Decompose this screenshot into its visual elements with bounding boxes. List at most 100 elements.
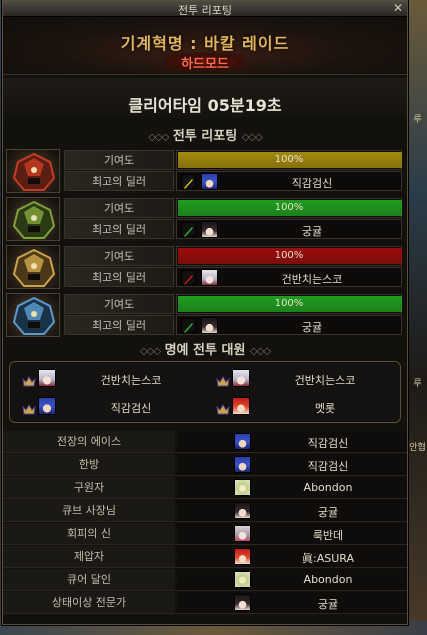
character-portrait	[201, 317, 218, 334]
title-award-row: 구원자 Abondon	[3, 477, 407, 499]
side-text-top: 루	[413, 115, 422, 125]
character-portrait	[38, 369, 56, 387]
award-title: 한방	[3, 454, 175, 475]
contribution-label: 기여도	[64, 294, 174, 314]
green-mech-boss-icon	[6, 197, 60, 241]
top-dealer-label: 최고의 딜러	[64, 219, 174, 239]
member-name: 멧롯	[314, 402, 336, 415]
award-title: 큐어 달인	[3, 569, 175, 590]
title-award-row: 큐어 달인 Abondon	[3, 569, 407, 591]
report-row: 기여도 최고의 딜러 100% 건반치는스코	[6, 245, 404, 289]
character-portrait	[234, 548, 251, 565]
weapon-icon	[181, 270, 196, 285]
contribution-label: 기여도	[64, 198, 174, 218]
top-dealer-label: 최고의 딜러	[64, 267, 174, 287]
award-title: 회피의 신	[3, 523, 175, 544]
honor-member[interactable]: 멧롯	[208, 394, 398, 420]
recipient-name: 眞:ASURA	[302, 552, 354, 565]
dealer-name: 궁귤	[301, 225, 323, 238]
game-screen: 루 루 안협 전투 리포팅 ✕ 기계혁명 : 바칼 레이드 하드모드 클리어타임…	[0, 0, 427, 635]
recipient-name: 직감검신	[307, 460, 349, 473]
character-portrait	[234, 456, 251, 473]
clear-time: 클리어타임 05분19초	[128, 96, 282, 115]
right-diamond-deco: ◇◇◇	[249, 346, 271, 357]
award-title: 전장의 에이스	[3, 431, 175, 452]
character-portrait	[234, 571, 251, 588]
left-diamond-deco: ◇◇◇	[148, 132, 169, 143]
dealer-name: 건반치는스코	[281, 273, 343, 286]
top-dealer-cell[interactable]: 궁귤	[176, 315, 402, 335]
report-row: 기여도 최고의 딜러 100% 궁귤	[6, 293, 404, 337]
left-diamond-deco: ◇◇◇	[139, 346, 161, 357]
honor-member[interactable]: 건반치는스코	[208, 366, 398, 392]
battle-report-section-title: ◇◇◇ 전투 리포팅 ◇◇◇	[3, 125, 407, 144]
honor-member[interactable]: 직감검신	[14, 394, 204, 420]
raid-header: 기계혁명 : 바칼 레이드 하드모드	[3, 17, 407, 75]
award-title: 구원자	[3, 477, 175, 498]
side-text-mid: 루	[413, 379, 422, 389]
top-dealer-cell[interactable]: 건반치는스코	[176, 267, 402, 287]
top-dealer-cell[interactable]: 직감검신	[176, 171, 402, 191]
recipient-name: Abondon	[303, 481, 353, 494]
recipient-name: 룩반데	[312, 529, 344, 542]
report-row: 기여도 최고의 딜러 100% 직감검신	[6, 149, 404, 193]
hard-mode-badge: 하드모드	[165, 53, 245, 72]
red-mech-boss-icon	[6, 149, 60, 193]
recipient-name: Abondon	[303, 573, 353, 586]
character-portrait	[234, 479, 251, 496]
character-portrait	[38, 397, 56, 415]
honor-members-box: 건반치는스코 건반치는스코직감검신 멧롯	[9, 361, 401, 423]
window-title: 전투 리포팅	[177, 4, 233, 17]
character-portrait	[234, 433, 251, 450]
top-dealer-cell[interactable]: 궁귤	[176, 219, 402, 239]
title-award-row: 전장의 에이스 직감검신	[3, 431, 407, 453]
battle-report-heading: 전투 리포팅	[172, 129, 238, 144]
window-titlebar[interactable]: 전투 리포팅 ✕	[3, 1, 407, 17]
title-award-row: 상태이상 전문가 궁귤	[3, 592, 407, 614]
recipient-name: 궁귤	[317, 506, 339, 519]
character-portrait	[201, 269, 218, 286]
character-portrait	[232, 369, 250, 387]
battle-report-window: 전투 리포팅 ✕ 기계혁명 : 바칼 레이드 하드모드 클리어타임 05분19초…	[2, 0, 408, 625]
close-button[interactable]: ✕	[391, 2, 405, 15]
clear-time-bar: 클리어타임 05분19초	[3, 78, 407, 118]
right-diamond-deco: ◇◇◇	[241, 132, 263, 143]
raid-name: 기계혁명 : 바칼 레이드	[120, 34, 290, 53]
character-portrait	[232, 397, 250, 415]
member-name: 건반치는스코	[294, 374, 356, 387]
character-portrait	[234, 502, 251, 519]
top-dealer-label: 최고의 딜러	[64, 315, 174, 335]
weapon-icon	[181, 318, 196, 333]
blue-mech-boss-icon	[6, 293, 60, 337]
contribution-percent: 100%	[274, 154, 304, 165]
recipient-name: 궁귤	[317, 598, 339, 611]
title-award-row: 한방 직감검신	[3, 454, 407, 476]
contribution-label: 기여도	[64, 150, 174, 170]
award-title: 큐브 사장님	[3, 500, 175, 521]
weapon-icon	[181, 222, 196, 237]
medal-icon	[216, 373, 230, 387]
recipient-name: 직감검신	[307, 437, 349, 450]
member-name: 직감검신	[110, 402, 152, 415]
side-text-lower: 안협	[409, 443, 426, 453]
honor-section-title: ◇◇◇ 명예 전투 대원 ◇◇◇	[3, 339, 407, 358]
medal-icon	[216, 401, 230, 415]
contribution-label: 기여도	[64, 246, 174, 266]
contribution-percent: 100%	[274, 202, 304, 213]
dealer-name: 직감검신	[291, 177, 333, 190]
character-portrait	[234, 525, 251, 542]
contribution-bar: 100%	[176, 198, 402, 218]
contribution-percent: 100%	[274, 298, 304, 309]
honor-member[interactable]: 건반치는스코	[14, 366, 204, 392]
medal-icon	[22, 401, 36, 415]
character-portrait	[201, 221, 218, 238]
contribution-bar: 100%	[176, 150, 402, 170]
medal-icon	[22, 373, 36, 387]
honor-heading: 명예 전투 대원	[164, 343, 246, 358]
weapon-icon	[181, 174, 196, 189]
background-edge-right: 루 루 안협	[407, 0, 427, 635]
gold-mech-boss-icon	[6, 245, 60, 289]
title-award-row: 제압자 眞:ASURA	[3, 546, 407, 568]
report-row: 기여도 최고의 딜러 100% 궁귤	[6, 197, 404, 241]
dealer-name: 궁귤	[301, 321, 323, 334]
